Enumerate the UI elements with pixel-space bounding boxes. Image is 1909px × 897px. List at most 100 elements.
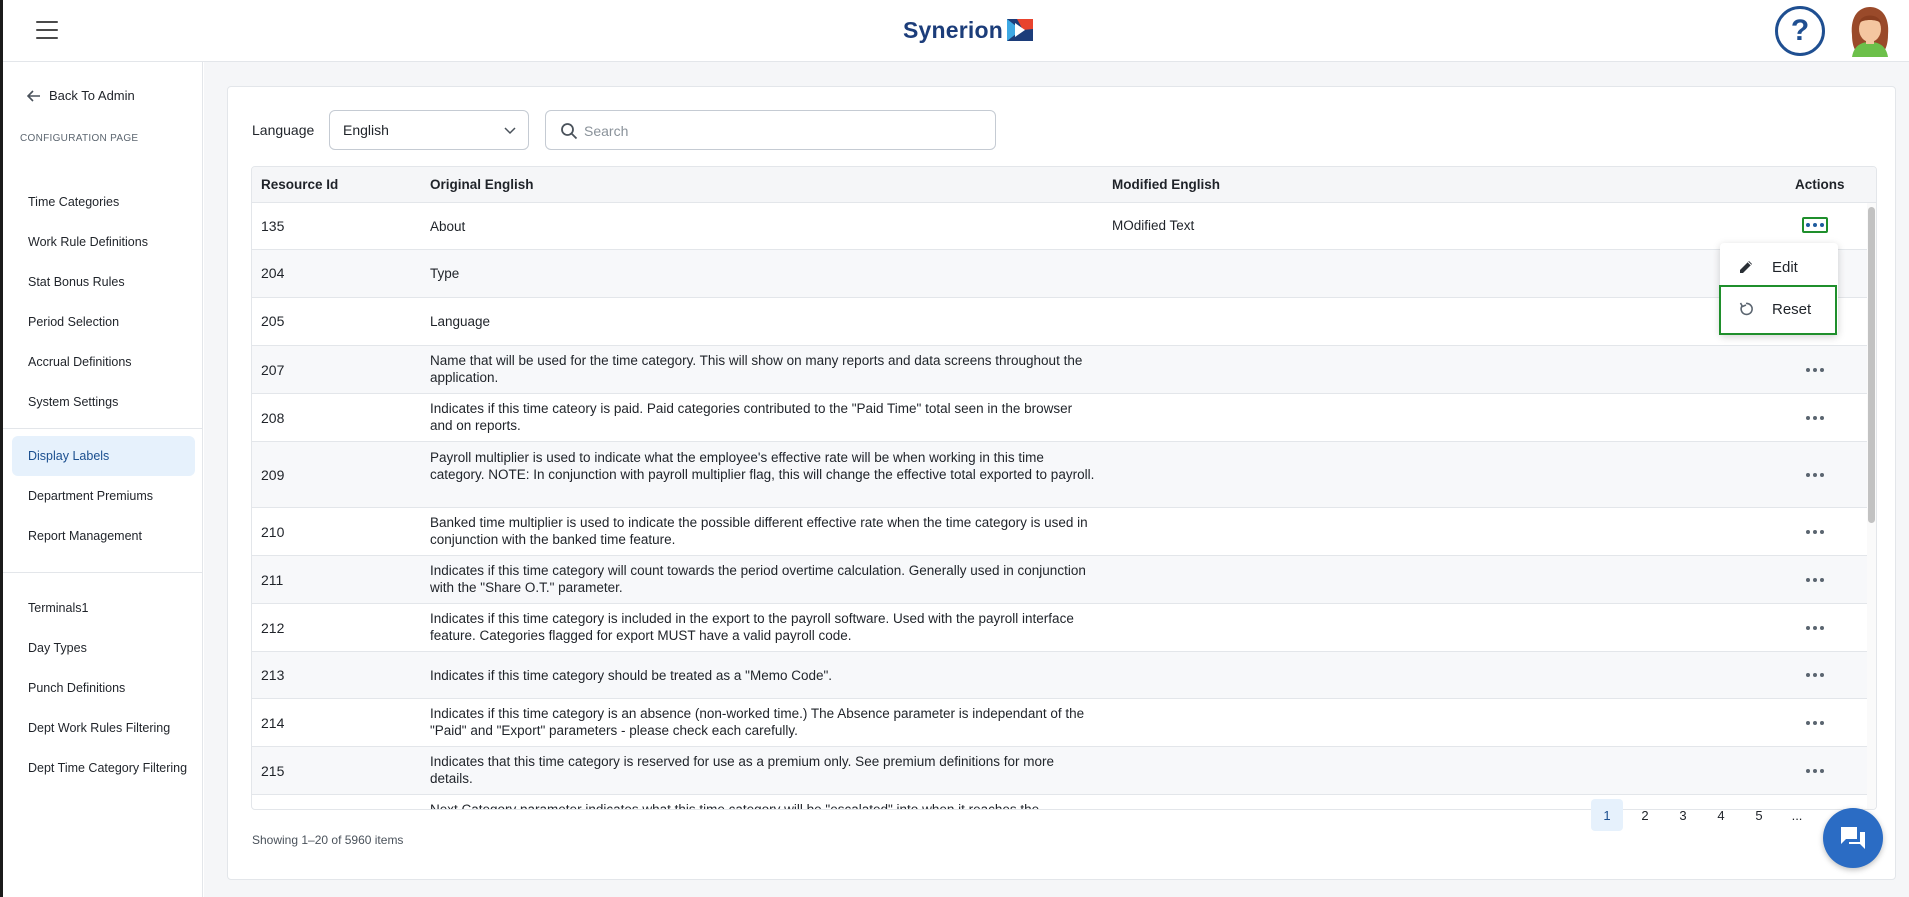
pencil-icon	[1740, 261, 1752, 273]
resource-id-cell: 211	[261, 572, 284, 588]
reset-icon	[1739, 302, 1753, 316]
brand-flag-icon	[1007, 19, 1034, 41]
more-actions-icon[interactable]	[1802, 667, 1828, 683]
original-text-cell: Indicates that this time category is res…	[430, 754, 1055, 786]
edit-label: Edit	[1772, 258, 1798, 276]
original-text-cell: Banked time multiplier is used to indica…	[430, 515, 1088, 547]
table-row: 209 Payroll multiplier is used to indica…	[252, 442, 1869, 508]
sidebar-item-work-rule-definitions[interactable]: Work Rule Definitions	[12, 222, 195, 262]
more-actions-icon[interactable]	[1802, 763, 1828, 779]
original-text-cell: Indicates if this time category is inclu…	[430, 611, 1074, 643]
table-row: 135 About MOdified Text	[252, 203, 1869, 250]
more-actions-icon[interactable]	[1802, 362, 1828, 378]
sidebar-item-stat-bonus-rules[interactable]: Stat Bonus Rules	[12, 262, 195, 302]
column-header-resource-id[interactable]: Resource Id	[261, 177, 338, 192]
page-button-5[interactable]: 5	[1743, 799, 1775, 831]
resource-id-cell: 210	[261, 524, 285, 540]
brand-logo[interactable]: Synerion	[903, 14, 1034, 46]
sidebar-item-day-types[interactable]: Day Types	[12, 628, 195, 668]
edit-menu-item[interactable]: Edit	[1720, 249, 1838, 285]
resource-id-cell: 204	[261, 265, 285, 281]
hamburger-menu-icon[interactable]	[33, 18, 61, 42]
language-select[interactable]: English	[329, 110, 529, 150]
sidebar-item-display-labels[interactable]: Display Labels	[12, 436, 195, 476]
resource-id-cell: 215	[261, 763, 285, 779]
more-actions-icon[interactable]	[1802, 524, 1828, 540]
table-row: 207 Name that will be used for the time …	[252, 346, 1869, 394]
more-actions-icon[interactable]	[1802, 715, 1828, 731]
page-button-4[interactable]: 4	[1705, 799, 1737, 831]
language-label: Language	[252, 122, 315, 138]
brand-name: Synerion	[903, 16, 1004, 43]
row-actions-menu: Edit Reset	[1720, 243, 1838, 335]
original-text-cell: Indicates if this time category will cou…	[430, 563, 1086, 595]
page-button-3[interactable]: 3	[1667, 799, 1699, 831]
back-to-admin-label: Back To Admin	[49, 88, 135, 103]
modified-text-cell: MOdified Text	[1112, 218, 1195, 233]
sidebar-divider	[3, 428, 202, 429]
sidebar-item-time-categories[interactable]: Time Categories	[12, 182, 195, 222]
column-header-actions: Actions	[1795, 177, 1845, 192]
more-actions-icon[interactable]	[1802, 467, 1828, 483]
sidebar-item-punch-definitions[interactable]: Punch Definitions	[12, 668, 195, 708]
sidebar-item-period-selection[interactable]: Period Selection	[12, 302, 195, 342]
original-text-cell: Payroll multiplier is used to indicate w…	[430, 450, 1095, 482]
table-row: 204 Type	[252, 250, 1869, 298]
user-avatar[interactable]	[1846, 5, 1894, 57]
sidebar-item-system-settings[interactable]: System Settings	[12, 382, 195, 422]
back-to-admin-link[interactable]: Back To Admin	[27, 88, 135, 103]
column-header-modified-english[interactable]: Modified English	[1112, 177, 1220, 192]
resource-id-cell: 213	[261, 667, 285, 683]
table-scrollbar-thumb[interactable]	[1868, 207, 1875, 523]
sidebar-item-dept-work-rules-filtering[interactable]: Dept Work Rules Filtering	[12, 708, 195, 748]
original-text-cell: Indicates if this time category is an ab…	[430, 706, 1085, 738]
search-box[interactable]	[545, 110, 996, 150]
labels-table: Resource Id Original English Modified En…	[251, 166, 1877, 810]
sidebar-item-dept-time-category-filtering[interactable]: Dept Time Category Filtering	[12, 748, 195, 788]
original-text-cell: Next Category parameter indicates what t…	[430, 802, 1040, 810]
resource-id-cell: 207	[261, 362, 285, 378]
search-input[interactable]	[584, 119, 984, 143]
more-actions-icon[interactable]	[1802, 620, 1828, 636]
reset-label: Reset	[1772, 300, 1812, 318]
column-header-original-english[interactable]: Original English	[430, 177, 534, 192]
arrow-left-icon	[27, 89, 40, 102]
original-text-cell: About	[430, 219, 466, 234]
chevron-down-icon	[504, 127, 516, 135]
chat-bubble-icon	[1841, 827, 1865, 849]
resource-id-cell: 212	[261, 620, 285, 636]
resource-id-cell: 214	[261, 715, 285, 731]
more-actions-icon[interactable]	[1802, 572, 1828, 588]
sidebar-item-department-premiums[interactable]: Department Premiums	[12, 476, 195, 516]
items-count-label: Showing 1–20 of 5960 items	[252, 833, 404, 847]
sidebar-item-accrual-definitions[interactable]: Accrual Definitions	[12, 342, 195, 382]
search-icon	[561, 123, 578, 140]
table-row: 215 Indicates that this time category is…	[252, 747, 1869, 795]
pagination: 1 2 3 4 5 ...	[1591, 799, 1813, 831]
reset-menu-item[interactable]: Reset	[1720, 291, 1838, 327]
table-row: 205 Language	[252, 298, 1869, 346]
original-text-cell: Indicates if this time category should b…	[430, 668, 833, 683]
chat-icon[interactable]	[1823, 808, 1883, 868]
more-actions-icon[interactable]	[1802, 217, 1828, 233]
original-text-cell: Type	[430, 266, 460, 281]
table-header: Resource Id Original English Modified En…	[252, 167, 1876, 203]
resource-id-cell: 209	[261, 467, 285, 483]
table-row: 214 Indicates if this time category is a…	[252, 699, 1869, 747]
main-content: Language English Resource Id Original En…	[204, 62, 1909, 897]
sidebar-divider	[3, 572, 202, 573]
sidebar-item-terminals1[interactable]: Terminals1	[12, 588, 195, 628]
table-row: 211 Indicates if this time category will…	[252, 556, 1869, 604]
language-select-value: English	[343, 122, 389, 138]
table-row: 210 Banked time multiplier is used to in…	[252, 508, 1869, 556]
more-actions-icon[interactable]	[1802, 410, 1828, 426]
page-button-1[interactable]: 1	[1591, 799, 1623, 831]
page-button-2[interactable]: 2	[1629, 799, 1661, 831]
original-text-cell: Name that will be used for the time cate…	[430, 353, 1083, 385]
page-ellipsis[interactable]: ...	[1781, 799, 1813, 831]
table-row: 213 Indicates if this time category shou…	[252, 652, 1869, 699]
help-icon[interactable]: ?	[1775, 6, 1825, 56]
display-labels-card: Language English Resource Id Original En…	[227, 86, 1896, 880]
sidebar-item-report-management[interactable]: Report Management	[12, 516, 195, 556]
app-header: Synerion ?	[3, 0, 1909, 62]
